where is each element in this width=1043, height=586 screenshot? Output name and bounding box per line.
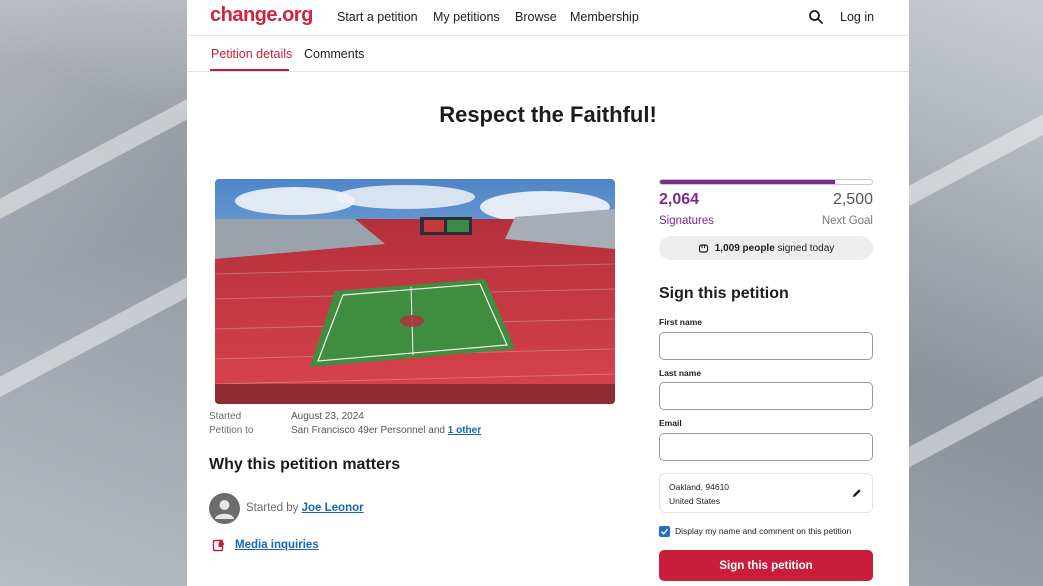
signature-progress-bar bbox=[659, 179, 873, 185]
media-inquiries-link[interactable]: Media inquiries bbox=[235, 539, 319, 551]
email-label: Email bbox=[659, 418, 682, 428]
stadium-image bbox=[215, 179, 615, 404]
location-country: United States bbox=[669, 496, 721, 506]
last-name-field[interactable] bbox=[659, 382, 873, 410]
petition-to-other-link[interactable]: 1 other bbox=[448, 425, 481, 436]
signed-today-suffix: signed today bbox=[777, 242, 835, 254]
location-field[interactable]: Oakland, 94610 United States bbox=[659, 473, 873, 513]
started-by: Started by Joe Leonor bbox=[246, 502, 364, 514]
first-name-field[interactable] bbox=[659, 332, 873, 360]
started-date: August 23, 2024 bbox=[291, 411, 364, 422]
change-org-logo[interactable]: change.org bbox=[210, 4, 313, 27]
petition-title: Respect the Faithful! bbox=[439, 102, 657, 127]
last-name-label: Last name bbox=[659, 368, 702, 378]
author-avatar bbox=[209, 493, 240, 524]
email-field[interactable] bbox=[659, 433, 873, 461]
sign-form-title: Sign this petition bbox=[659, 285, 789, 302]
pencil-icon[interactable] bbox=[852, 488, 862, 498]
nav-browse[interactable]: Browse bbox=[515, 10, 557, 24]
nav-my-petitions[interactable]: My petitions bbox=[433, 10, 500, 24]
tab-petition-details[interactable]: Petition details bbox=[211, 47, 292, 61]
goal-label: Next Goal bbox=[821, 215, 873, 227]
display-name-label: Display my name and comment on this peti… bbox=[675, 526, 852, 536]
tab-comments[interactable]: Comments bbox=[304, 47, 364, 61]
signature-progress-fill bbox=[660, 180, 836, 184]
location-city: Oakland, 94610 bbox=[669, 482, 730, 492]
signature-label: Signatures bbox=[659, 215, 714, 227]
active-tab-indicator bbox=[210, 69, 289, 71]
login-link[interactable]: Log in bbox=[840, 10, 874, 24]
checkmark-icon bbox=[660, 528, 669, 535]
fist-icon bbox=[698, 243, 708, 253]
browser-page: change.org Start a petition My petitions… bbox=[187, 0, 909, 586]
petition-tabs: Petition details Comments bbox=[187, 36, 909, 72]
started-label: Started bbox=[209, 411, 242, 422]
nav-membership[interactable]: Membership bbox=[570, 10, 639, 24]
signed-today-count: 1,009 people bbox=[714, 242, 775, 254]
search-icon[interactable] bbox=[808, 9, 824, 25]
started-by-prefix: Started by bbox=[246, 502, 299, 514]
sign-petition-button[interactable]: Sign this petition bbox=[659, 550, 873, 581]
nav-start-petition[interactable]: Start a petition bbox=[337, 10, 418, 24]
signature-count: 2,064 bbox=[659, 191, 700, 208]
display-name-checkbox[interactable] bbox=[659, 526, 670, 537]
signed-today-badge: 1,009 people signed today bbox=[659, 236, 873, 260]
first-name-label: First name bbox=[659, 317, 702, 327]
petition-to-label: Petition to bbox=[209, 425, 254, 436]
user-icon bbox=[215, 500, 234, 519]
edit-document-icon bbox=[212, 539, 225, 552]
author-link[interactable]: Joe Leonor bbox=[302, 502, 364, 514]
why-heading: Why this petition matters bbox=[209, 456, 401, 473]
top-navigation: change.org Start a petition My petitions… bbox=[187, 0, 909, 36]
petition-to-target: San Francisco 49er Personnel and bbox=[291, 425, 445, 436]
petition-to-value: San Francisco 49er Personnel and 1 other bbox=[291, 425, 481, 436]
goal-count: 2,500 bbox=[832, 191, 873, 208]
